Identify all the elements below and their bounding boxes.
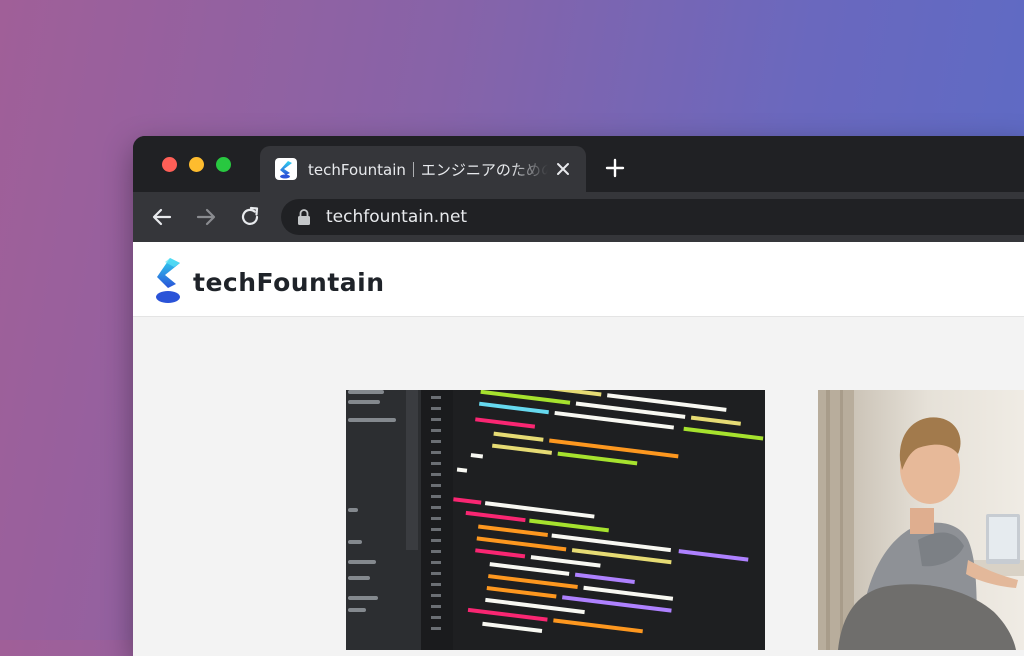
window-maximize-button[interactable]	[216, 157, 231, 172]
techfountain-logo-icon	[275, 158, 297, 180]
person-at-laptop-thumbnail[interactable]	[818, 390, 1024, 650]
site-name[interactable]: techFountain	[193, 267, 385, 299]
page-content: techFountain	[133, 242, 1024, 656]
techfountain-logo-icon[interactable]	[153, 256, 185, 306]
address-bar[interactable]: techfountain.net	[281, 199, 1024, 235]
plus-icon[interactable]	[603, 156, 627, 180]
arrow-right-icon[interactable]	[193, 204, 219, 230]
url-text: techfountain.net	[326, 207, 468, 227]
tab-bar: techFountain｜エンジニアのための	[133, 136, 1024, 192]
tab-techfountain[interactable]: techFountain｜エンジニアのための	[260, 146, 586, 192]
close-icon[interactable]	[552, 158, 574, 180]
tab-title: techFountain｜エンジニアのための	[308, 161, 548, 179]
reload-icon[interactable]	[237, 204, 263, 230]
code-editor-thumbnail[interactable]	[346, 390, 765, 650]
arrow-left-icon[interactable]	[149, 204, 175, 230]
toolbar: techfountain.net	[133, 192, 1024, 242]
window-close-button[interactable]	[162, 157, 177, 172]
site-header: techFountain	[133, 242, 1024, 317]
browser-window: techFountain｜エンジニアのための techfountain.net …	[133, 136, 1024, 656]
lock-icon[interactable]	[297, 209, 311, 225]
window-minimize-button[interactable]	[189, 157, 204, 172]
